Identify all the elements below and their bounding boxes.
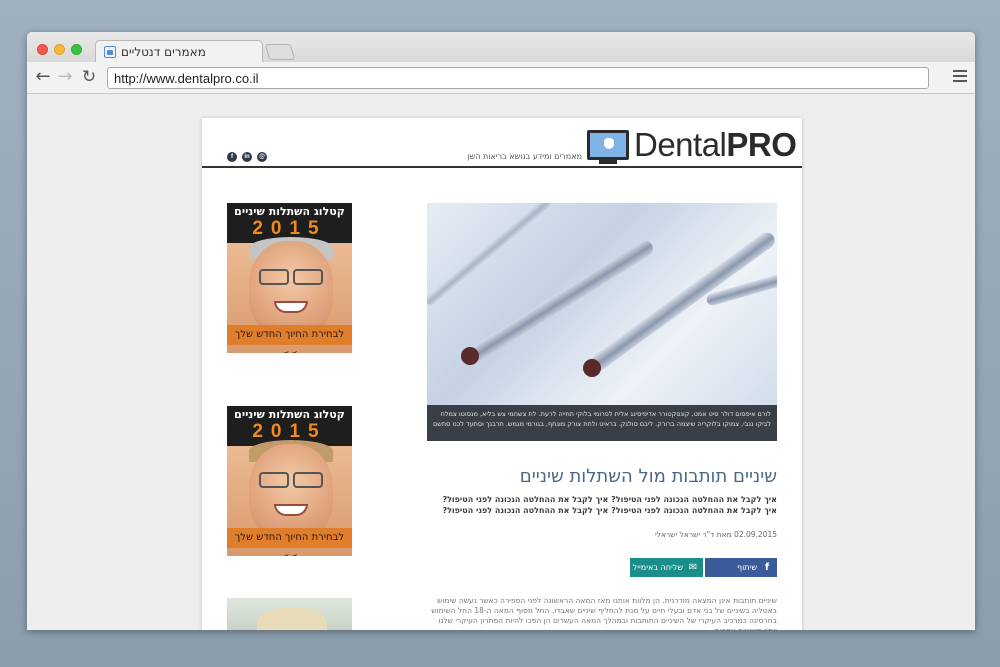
title-bar: מאמרים דנטליים bbox=[27, 32, 975, 64]
close-window-button[interactable] bbox=[37, 44, 48, 55]
implant-catalog-ad[interactable]: קטלוג השתלות שיניים 2015 לבחירת החיוך הח… bbox=[227, 203, 352, 353]
site-logo[interactable]: DentalPRO bbox=[634, 126, 797, 164]
article-body: שיניים תותבות אינן המצאה מודרנית. הן מלו… bbox=[431, 596, 777, 630]
ad-year: 2015 bbox=[252, 218, 327, 239]
ad-cta-link[interactable]: לבחירת החיוך החדש שלך >> bbox=[227, 528, 352, 556]
glasses-icon bbox=[259, 269, 323, 285]
article-date: 02.09.2015 bbox=[734, 530, 777, 539]
dental-implant-ad[interactable] bbox=[227, 598, 352, 630]
smiling-woman-photo bbox=[249, 444, 333, 540]
article-title: שיניים תותבות מול השתלות שיניים bbox=[519, 466, 777, 487]
maximize-window-button[interactable] bbox=[71, 44, 82, 55]
share-email-button[interactable]: ✉ שליחה באימייל bbox=[630, 558, 703, 577]
envelope-icon: ✉ bbox=[688, 562, 698, 573]
tab-title: מאמרים דנטליים bbox=[121, 45, 206, 59]
linkedin-icon[interactable]: in bbox=[242, 152, 252, 162]
forward-arrow-icon[interactable]: → bbox=[55, 67, 75, 87]
web-page: DentalPRO מאמרים ומידע בנושא בריאות השן … bbox=[202, 118, 802, 630]
logo-text-bold: PRO bbox=[726, 126, 797, 163]
article-author: מאת ד"ר ישראל ישראלי bbox=[655, 530, 732, 539]
minimize-window-button[interactable] bbox=[54, 44, 65, 55]
reload-icon[interactable]: ↻ bbox=[79, 67, 99, 87]
dental-tool-tip bbox=[583, 359, 601, 377]
smiling-man-photo bbox=[249, 241, 333, 337]
monitor-tooth-logo-icon[interactable] bbox=[587, 130, 629, 160]
tab-favicon-icon bbox=[104, 46, 116, 58]
site-tagline: מאמרים ומידע בנושא בריאות השן bbox=[467, 152, 582, 161]
ad-year: 2015 bbox=[252, 421, 327, 442]
ad-cta-link[interactable]: לבחירת החיוך החדש שלך >> bbox=[227, 325, 352, 353]
logo-text-light: Dental bbox=[634, 126, 727, 163]
back-arrow-icon[interactable]: ← bbox=[33, 67, 53, 87]
article-byline: 02.09.2015 מאת ד"ר ישראל ישראלי bbox=[427, 530, 777, 539]
hero-image bbox=[427, 203, 777, 405]
article-lead: איך לקבל את ההחלטה הנכונה לפני הטיפול? א… bbox=[442, 495, 777, 515]
ad-catalog-title: קטלוג השתלות שיניים bbox=[234, 205, 345, 218]
share-email-label: שליחה באימייל bbox=[632, 563, 683, 572]
new-tab-button[interactable] bbox=[264, 44, 296, 60]
share-facebook-button[interactable]: fשיתוף בפייסבוק bbox=[705, 558, 777, 591]
email-icon[interactable]: @ bbox=[257, 152, 267, 162]
monitor-stand bbox=[599, 160, 617, 164]
address-bar[interactable]: http://www.dentalpro.co.il bbox=[107, 67, 929, 89]
facebook-icon: f bbox=[764, 562, 770, 573]
dental-tool-tip bbox=[461, 347, 479, 365]
menu-icon[interactable] bbox=[953, 70, 967, 84]
facebook-icon[interactable]: f bbox=[227, 152, 237, 162]
dental-tool bbox=[582, 229, 777, 378]
browser-tab[interactable]: מאמרים דנטליים bbox=[95, 40, 263, 64]
browser-toolbar: ← → ↻ http://www.dentalpro.co.il bbox=[27, 62, 975, 94]
ad-catalog-title: קטלוג השתלות שיניים bbox=[234, 408, 345, 421]
implant-catalog-ad[interactable]: קטלוג השתלות שיניים 2015 לבחירת החיוך הח… bbox=[227, 406, 352, 556]
hero-caption: לורם איפסום דולר סיט אמט, קונסקטורר אדיפ… bbox=[427, 405, 777, 441]
glasses-icon bbox=[259, 472, 323, 488]
page-viewport: DentalPRO מאמרים ומידע בנושא בריאות השן … bbox=[27, 94, 975, 630]
browser-window: מאמרים דנטליים ← → ↻ http://www.dentalpr… bbox=[27, 32, 975, 630]
dental-tool bbox=[427, 203, 553, 307]
site-header: DentalPRO מאמרים ומידע בנושא בריאות השן … bbox=[202, 118, 802, 168]
